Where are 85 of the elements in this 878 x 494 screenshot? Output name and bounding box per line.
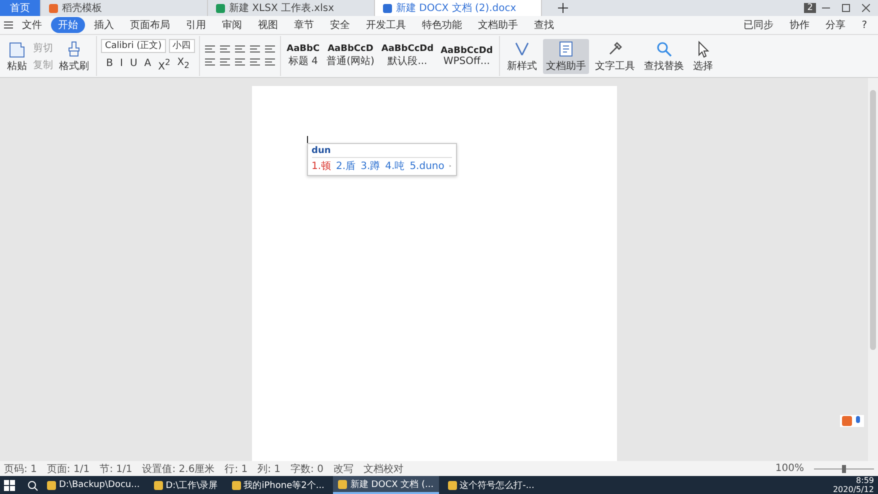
search-icon[interactable] <box>27 480 38 490</box>
zoom-level[interactable]: 100% <box>775 463 804 474</box>
list-icon <box>204 44 216 54</box>
align-icon <box>248 58 261 68</box>
align-icon <box>204 58 216 68</box>
scrollbar-thumb[interactable] <box>870 90 876 350</box>
format-painter-button[interactable]: 格式刷 <box>56 38 92 74</box>
tool-button[interactable]: 新样式 <box>504 38 540 74</box>
taskbar-item[interactable]: 我的iPhone等2个... <box>226 476 330 494</box>
menu-icon[interactable] <box>4 21 13 29</box>
file-menu[interactable]: 文件 <box>15 17 49 33</box>
tool-button[interactable]: 查找替换 <box>640 38 687 74</box>
menu-tab[interactable]: 插入 <box>87 17 121 33</box>
tool-button[interactable]: 文档助手 <box>542 38 589 74</box>
style-sample[interactable]: AaBbCcDd <box>440 46 493 56</box>
clock-time: 8:59 <box>856 476 874 485</box>
ime-candidate[interactable]: 5.duno <box>410 160 444 172</box>
tool-button[interactable]: 选择 <box>690 38 716 74</box>
close-icon[interactable] <box>862 4 870 12</box>
menu-tab[interactable]: 安全 <box>323 17 357 33</box>
menu-tab[interactable]: 审阅 <box>215 17 249 33</box>
status-item: 页面: 1/1 <box>46 462 90 476</box>
ime-candidate[interactable]: 3.蹲 <box>360 159 380 173</box>
menu-tab[interactable]: 开始 <box>51 17 85 33</box>
format-button[interactable]: A <box>142 58 154 70</box>
align-icon <box>264 58 276 68</box>
taskbar-item[interactable]: 新建 DOCX 文档 (... <box>333 476 439 494</box>
status-item: 节: 1/1 <box>100 462 132 476</box>
ime-candidate[interactable]: 1.顿 <box>312 159 332 173</box>
windows-start-icon[interactable] <box>4 480 15 490</box>
format-button[interactable]: X$^{2}$ <box>156 56 172 74</box>
menu-tab[interactable]: 文档助手 <box>471 17 525 33</box>
list-icon <box>218 44 231 54</box>
taskbar-item[interactable]: D:\Backup\Docu... <box>42 476 145 494</box>
status-item: 页码: 1 <box>4 462 37 476</box>
font-size-field[interactable]: 小四 <box>168 38 195 53</box>
menu-tab[interactable]: 页面布局 <box>123 17 177 33</box>
clock-date: 2020/5/12 <box>832 485 874 494</box>
status-item: 设置值: 2.6厘米 <box>142 462 215 476</box>
document-tab[interactable]: 首页 <box>0 0 41 16</box>
ime-candidate[interactable]: 2.盾 <box>336 159 356 173</box>
font-name-field[interactable]: Calibri (正文) <box>101 38 166 53</box>
toolbar-link[interactable]: 分享 <box>818 17 853 33</box>
menu-tab[interactable]: 视图 <box>251 17 285 33</box>
format-button[interactable]: B <box>104 58 115 70</box>
menu-tab[interactable]: 特色功能 <box>415 17 469 33</box>
toolbar-link[interactable]: 协作 <box>782 17 817 33</box>
list-icon <box>234 44 246 54</box>
tool-button[interactable]: 文字工具 <box>592 38 638 74</box>
style-sample[interactable]: AaBbCcDd <box>381 44 434 54</box>
help-button[interactable]: ? <box>854 18 874 32</box>
status-item: 改写 <box>333 462 354 476</box>
style-sample[interactable]: AaBbC <box>286 44 320 54</box>
align-icon <box>234 58 246 68</box>
list-icon <box>248 44 261 54</box>
format-button[interactable]: X$_{2}$ <box>175 57 192 72</box>
status-item: 列: 1 <box>258 462 281 476</box>
search-button[interactable]: 查找 <box>527 17 561 33</box>
document-tab[interactable]: 新建 DOCX 文档 (2).docx <box>375 0 542 16</box>
menu-tab[interactable]: 开发工具 <box>359 17 413 33</box>
menu-tab[interactable]: 引用 <box>179 17 213 33</box>
paste-button[interactable]: 粘贴 <box>4 38 30 74</box>
toolbar-link[interactable]: 已同步 <box>736 17 781 33</box>
status-item: 文档校对 <box>363 462 404 476</box>
maximize-icon[interactable] <box>842 4 850 12</box>
format-button[interactable]: I <box>118 58 125 70</box>
taskbar-item[interactable]: 这个符号怎么打-... <box>442 476 540 494</box>
status-item: 字数: 0 <box>290 462 324 476</box>
notification-badge[interactable]: 2 <box>804 3 816 13</box>
style-name: 标题 4 <box>288 54 318 68</box>
taskbar-item[interactable]: D:\工作\录屏 <box>148 476 223 494</box>
menu-tab[interactable]: 章节 <box>287 17 321 33</box>
search-icon <box>654 40 673 58</box>
style-sample[interactable]: AaBbCcD <box>328 44 374 54</box>
ime-candidate[interactable]: 4.吨 <box>385 159 405 173</box>
style-name: WPSOff... <box>443 56 490 66</box>
format-button[interactable]: U <box>128 58 140 70</box>
document-icon <box>556 40 575 58</box>
style-name: 普通(网站) <box>326 54 374 68</box>
zoom-slider-icon[interactable] <box>814 464 874 472</box>
align-icon <box>218 58 231 68</box>
style-name: 默认段... <box>388 55 428 68</box>
ime-toolbar[interactable] <box>840 415 864 427</box>
list-icon <box>264 44 276 54</box>
status-item: 行: 1 <box>224 462 248 476</box>
